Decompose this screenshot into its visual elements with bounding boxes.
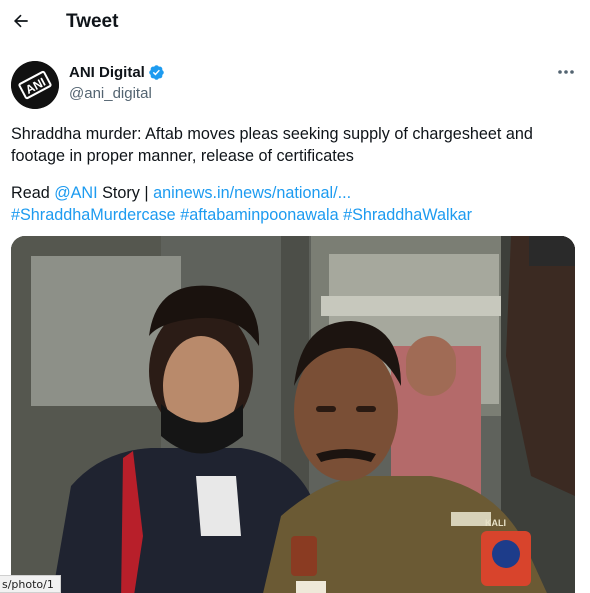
more-dots-icon	[558, 70, 574, 74]
mention-link[interactable]: @ANI	[54, 184, 97, 202]
hashtag-link[interactable]: #ShraddhaWalkar	[343, 206, 472, 224]
shoulder-badge-text: KALI	[485, 518, 506, 528]
back-button[interactable]	[9, 9, 33, 33]
top-bar: Tweet	[0, 0, 590, 46]
tweet-photo[interactable]: KALI	[11, 236, 575, 593]
avatar[interactable]: ANI	[11, 61, 59, 109]
status-bar-url: s/photo/1	[0, 575, 61, 593]
author-name[interactable]: ANI Digital	[69, 64, 165, 81]
tweet-text-line-1: Shraddha murder: Aftab moves pleas seeki…	[11, 125, 533, 143]
hashtag-link[interactable]: #ShraddhaMurdercase	[11, 206, 176, 224]
photo-illustration: KALI	[11, 236, 575, 593]
story-label: Story |	[97, 184, 154, 202]
arrow-left-icon	[13, 14, 28, 28]
hashtags-line: #ShraddhaMurdercase #aftabaminpoonawala …	[11, 205, 581, 227]
verified-badge-icon	[149, 65, 164, 80]
tweet-text-line-2: footage in proper manner, release of cer…	[11, 146, 354, 165]
read-story-line: Read @ANI Story | aninews.in/news/nation…	[11, 183, 581, 205]
read-prefix: Read	[11, 184, 55, 202]
tweet-text: Shraddha murder: Aftab moves pleas seeki…	[11, 124, 581, 226]
author-name-text: ANI Digital	[69, 64, 145, 81]
hashtag-link[interactable]: #aftabaminpoonawala	[180, 206, 338, 224]
author-handle[interactable]: @ani_digital	[69, 85, 152, 102]
page-title: Tweet	[66, 11, 119, 32]
more-options-button[interactable]	[553, 62, 579, 82]
story-link[interactable]: aninews.in/news/national/...	[153, 184, 351, 202]
